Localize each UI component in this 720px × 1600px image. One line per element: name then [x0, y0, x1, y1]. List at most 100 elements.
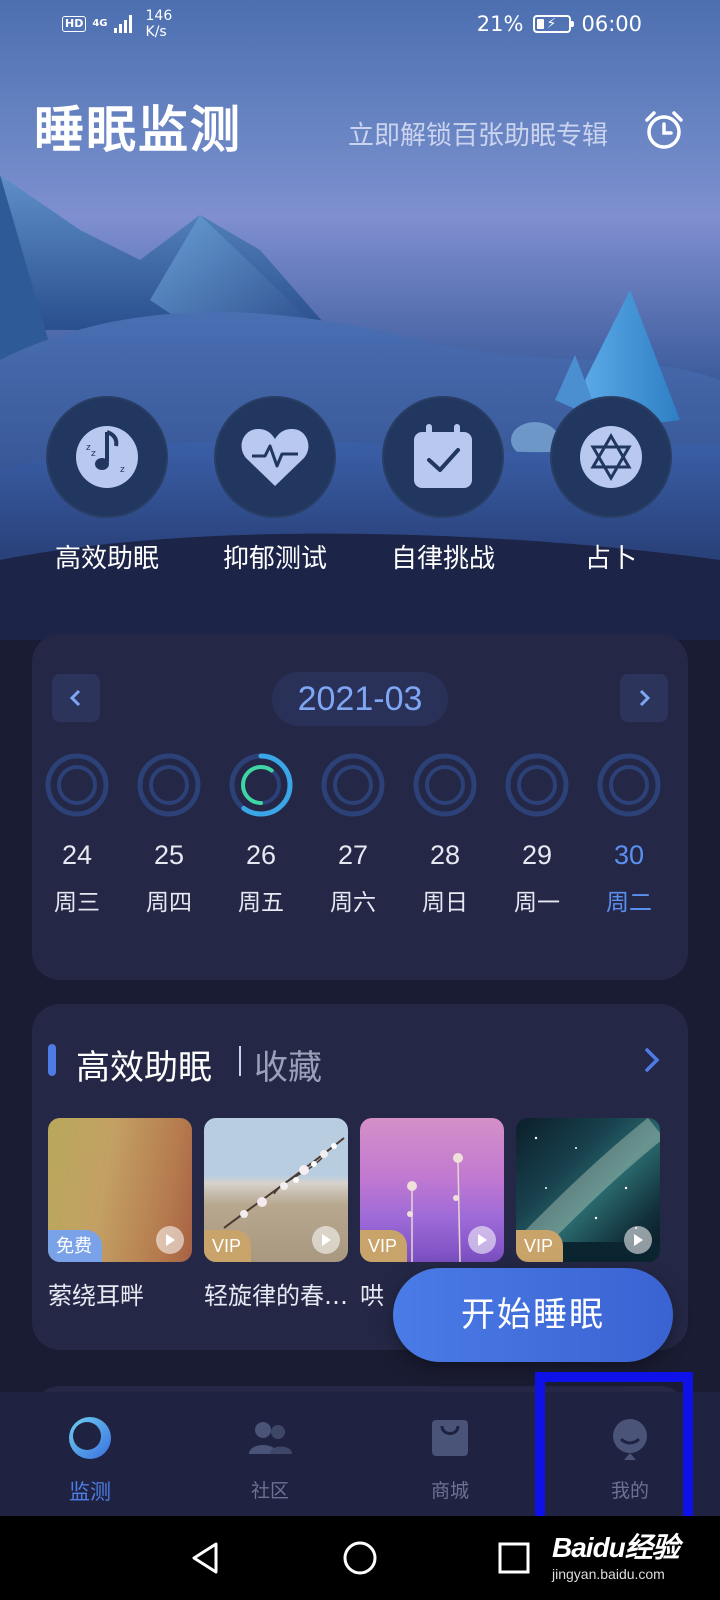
screen: HD 4G 146 K/s 21% ⚡ 06:00 睡眠监测 立即解锁百张助眠专… [0, 0, 720, 1600]
signal-icon [113, 15, 132, 33]
section-accent-bar [48, 1044, 56, 1076]
community-icon [249, 1422, 292, 1454]
day-number: 27 [337, 840, 369, 870]
nav-item-shop[interactable]: 商城 [390, 1414, 510, 1503]
calendar-day[interactable]: 27 周六 [313, 752, 393, 917]
calendar-day[interactable]: 30 周二 [589, 752, 669, 917]
nav-item-monitor[interactable]: 监测 [30, 1414, 150, 1506]
quick-action-depression-test[interactable]: 抑郁测试 [200, 396, 350, 575]
network-speed-unit: K/s [145, 24, 167, 40]
day-weekday: 周六 [330, 890, 376, 916]
heart-pulse-icon [214, 396, 336, 518]
favorites-tab[interactable]: 收藏 [254, 1040, 322, 1089]
vip-badge: VIP [204, 1230, 252, 1262]
free-badge: 免费 [48, 1230, 102, 1262]
status-right: 21% ⚡ 06:00 [477, 12, 642, 36]
day-number: 26 [245, 840, 277, 870]
play-icon[interactable] [624, 1226, 652, 1254]
calendar-day[interactable]: 29 周一 [497, 752, 577, 917]
chevron-left-icon[interactable] [52, 674, 100, 722]
start-sleep-button[interactable]: 开始睡眠 [393, 1268, 673, 1362]
quick-actions: z z z 高效助眠 抑郁测试 自律挑战 占卜 [0, 396, 720, 576]
sleep-ring [505, 753, 569, 817]
album-name: 轻旋律的春… [204, 1282, 348, 1310]
alarm-clock-icon[interactable] [642, 108, 686, 152]
day-number: 30 [613, 840, 645, 870]
album-tile[interactable]: 免费 萦绕耳畔 [48, 1118, 192, 1311]
quick-action-label: 高效助眠 [54, 544, 159, 574]
nav-label: 社区 [250, 1480, 289, 1502]
quick-action-divination[interactable]: 占卜 [536, 396, 686, 575]
nav-label: 监测 [69, 1480, 111, 1504]
sleep-ring [45, 753, 109, 817]
calendar-day[interactable]: 25 周四 [129, 752, 209, 917]
calendar-day[interactable]: 28 周日 [405, 752, 485, 917]
ring-track [413, 753, 477, 817]
baidu-watermark: Baidu经验 jingyan.baidu.com [552, 1526, 680, 1582]
sleep-ring [229, 753, 293, 817]
day-number: 29 [521, 840, 553, 870]
album-tile[interactable]: VIP [516, 1118, 660, 1276]
day-weekday: 周二 [606, 890, 652, 916]
status-bar: HD 4G 146 K/s 21% ⚡ 06:00 [0, 0, 720, 52]
quick-action-self-discipline[interactable]: 自律挑战 [368, 396, 518, 575]
vip-badge: VIP [516, 1230, 564, 1262]
calendar-card: 2021-03 24 周三 25 周四 26 周五 27 周六 28 周日 29… [32, 634, 688, 980]
chevron-right-icon[interactable] [620, 674, 668, 722]
sleep-ring [321, 753, 385, 817]
ring-inner-track [517, 765, 557, 805]
nav-item-community[interactable]: 社区 [210, 1414, 330, 1503]
quick-action-label: 自律挑战 [390, 544, 495, 574]
page-title: 睡眠监测 [34, 101, 242, 159]
calendar-day[interactable]: 24 周三 [37, 752, 117, 917]
unlock-albums-link[interactable]: 立即解锁百张助眠专辑 [348, 115, 608, 152]
ring-track [597, 753, 661, 817]
ring-inner-track [425, 765, 465, 805]
sleep-ring [137, 753, 201, 817]
day-number: 24 [61, 840, 93, 870]
day-weekday: 周四 [146, 890, 192, 916]
nav-label: 商城 [430, 1480, 469, 1502]
quick-action-sleep-aid[interactable]: z z z 高效助眠 [32, 396, 182, 575]
status-left: HD 4G 146 K/s [62, 8, 172, 40]
back-icon[interactable] [186, 1538, 226, 1578]
ring-inner-track [609, 765, 649, 805]
play-icon[interactable] [312, 1226, 340, 1254]
music-note-moon-icon: z z z [46, 396, 168, 518]
album-cover: 免费 [48, 1118, 192, 1262]
svg-text:z: z [120, 465, 125, 475]
svg-text:z: z [91, 449, 96, 459]
ring-track [505, 753, 569, 817]
shopping-bag-icon [432, 1420, 468, 1456]
calendar-day[interactable]: 26 周五 [221, 752, 301, 917]
home-icon[interactable] [340, 1538, 380, 1578]
ring-track [137, 753, 201, 817]
playlist-title[interactable]: 高效助眠 [76, 1040, 212, 1089]
clock: 06:00 [581, 12, 642, 36]
vip-badge: VIP [360, 1230, 408, 1262]
play-icon[interactable] [156, 1226, 184, 1254]
chevron-right-icon[interactable] [636, 1044, 668, 1076]
moon-icon [69, 1417, 113, 1461]
day-number: 25 [153, 840, 185, 870]
network-speed: 146 K/s [146, 8, 173, 40]
calendar-month[interactable]: 2021-03 [272, 672, 448, 726]
battery-percent: 21% [476, 12, 524, 36]
watermark-main: Baidu经验 [552, 1532, 680, 1563]
sleep-ring [413, 753, 477, 817]
recents-icon[interactable] [494, 1538, 534, 1578]
ring-inner-track [149, 765, 189, 805]
album-name: 萦绕耳畔 [48, 1282, 144, 1310]
play-icon[interactable] [468, 1226, 496, 1254]
calendar-check-icon [382, 396, 504, 518]
album-tile[interactable]: VIP 轻旋律的春… [204, 1118, 348, 1311]
day-weekday: 周一 [514, 890, 560, 916]
battery-icon: ⚡ [533, 15, 575, 33]
quick-action-label: 抑郁测试 [222, 544, 327, 574]
sleep-ring [597, 753, 661, 817]
hd-indicator: HD [62, 16, 87, 32]
ring-track [45, 753, 109, 817]
title-divider [239, 1046, 241, 1076]
hexagram-icon [550, 396, 672, 518]
network-speed-value: 146 [145, 8, 173, 24]
